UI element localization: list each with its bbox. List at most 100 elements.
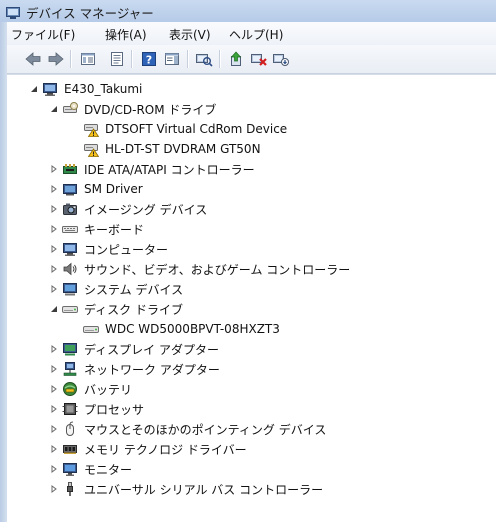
toolbar-separator: [70, 50, 72, 68]
collapsed-triangle-icon[interactable]: [49, 365, 58, 374]
collapsed-triangle-icon[interactable]: [49, 425, 58, 434]
action-pane-icon[interactable]: [163, 50, 181, 68]
tree-item-label: ディスプレイ アダプター: [84, 342, 219, 357]
disk-drive-icon: [62, 301, 78, 317]
properties-icon[interactable]: [108, 50, 126, 68]
tree-item-label: ディスク ドライブ: [84, 302, 183, 317]
tree-device[interactable]: HL-DT-ST DVDRAM GT50N: [70, 139, 263, 159]
device-manager-window: デバイス マネージャー ファイル(F) 操作(A) 表示(V) ヘルプ(H) ?: [0, 0, 496, 522]
tree-category[interactable]: ディスプレイ アダプター: [49, 339, 221, 359]
collapsed-triangle-icon[interactable]: [49, 205, 58, 214]
uninstall-icon[interactable]: [250, 50, 268, 68]
tree-category[interactable]: IDE ATA/ATAPI コントローラー: [49, 159, 257, 179]
tree-item-label: SM Driver: [84, 182, 143, 196]
tree-category[interactable]: キーボード: [49, 219, 146, 239]
menu-file[interactable]: ファイル(F): [11, 26, 75, 43]
console-tree-icon[interactable]: [79, 50, 97, 68]
collapsed-triangle-icon[interactable]: [49, 465, 58, 474]
display-adapter-icon: [62, 341, 78, 357]
tree-item-label: ユニバーサル シリアル バス コントローラー: [84, 482, 324, 497]
help-icon[interactable]: ?: [140, 50, 158, 68]
tree-category[interactable]: DVD/CD-ROM ドライブ: [49, 99, 218, 119]
network-adapter-icon: [62, 361, 78, 377]
computer-icon: [42, 81, 58, 97]
tree-item-label: バッテリ: [84, 382, 133, 397]
collapsed-triangle-icon[interactable]: [49, 225, 58, 234]
tree-category[interactable]: サウンド、ビデオ、およびゲーム コントローラー: [49, 259, 352, 279]
collapsed-triangle-icon[interactable]: [49, 185, 58, 194]
tree-item-label: DVD/CD-ROM ドライブ: [84, 102, 217, 117]
tree-item-label: ネットワーク アダプター: [84, 362, 220, 377]
tree-category[interactable]: SM Driver: [49, 179, 145, 199]
dvd-warning-icon: [83, 141, 99, 157]
tree-item-label: メモリ テクノロジ ドライバー: [84, 442, 247, 457]
toolbar: ?: [7, 45, 496, 74]
menu-view[interactable]: 表示(V): [169, 26, 211, 43]
tree-category[interactable]: イメージング デバイス: [49, 199, 209, 219]
toolbar-separator: [131, 50, 133, 68]
title-bar[interactable]: デバイス マネージャー: [0, 0, 496, 22]
expanded-triangle-icon[interactable]: [29, 85, 38, 94]
tree-item-label: サウンド、ビデオ、およびゲーム コントローラー: [84, 262, 351, 277]
tree-category[interactable]: システム デバイス: [49, 279, 185, 299]
svg-text:?: ?: [146, 54, 152, 67]
collapsed-triangle-icon[interactable]: [49, 285, 58, 294]
tree-device[interactable]: WDC WD5000BPVT-08HXZT3: [70, 319, 282, 339]
tree-category[interactable]: モニター: [49, 459, 134, 479]
tree-category[interactable]: ユニバーサル シリアル バス コントローラー: [49, 479, 325, 499]
tree-item-label: DTSOFT Virtual CdRom Device: [105, 122, 288, 136]
dvd-warning-icon: [83, 121, 99, 137]
tree-item-label: IDE ATA/ATAPI コントローラー: [84, 162, 255, 177]
keyboard-icon: [62, 221, 78, 237]
collapsed-triangle-icon[interactable]: [49, 405, 58, 414]
mouse-icon: [62, 421, 78, 437]
toolbar-separator: [187, 50, 189, 68]
tree-device[interactable]: DTSOFT Virtual CdRom Device: [70, 119, 289, 139]
scan-hardware-icon[interactable]: [195, 50, 213, 68]
menu-help[interactable]: ヘルプ(H): [229, 26, 283, 43]
tree-category[interactable]: バッテリ: [49, 379, 134, 399]
collapsed-triangle-icon[interactable]: [49, 265, 58, 274]
tree-item-label: モニター: [84, 462, 133, 477]
collapsed-triangle-icon[interactable]: [49, 445, 58, 454]
update-driver-icon[interactable]: [227, 50, 245, 68]
expanded-triangle-icon[interactable]: [49, 305, 58, 314]
tree-item-label: WDC WD5000BPVT-08HXZT3: [105, 322, 280, 336]
tree-item-label: システム デバイス: [84, 282, 184, 297]
tree-item-label: キーボード: [84, 222, 145, 237]
device-tree: E430_Takumi DVD/CD-ROM ドライブ DTSOFT Virtua…: [7, 74, 496, 522]
window-title: デバイス マネージャー: [26, 6, 154, 21]
tree-category[interactable]: ディスク ドライブ: [49, 299, 185, 319]
expanded-triangle-icon[interactable]: [49, 105, 58, 114]
tree-item-label: プロセッサ: [84, 402, 145, 417]
ide-controller-icon: [62, 161, 78, 177]
tree-category[interactable]: ネットワーク アダプター: [49, 359, 222, 379]
menu-bar: ファイル(F) 操作(A) 表示(V) ヘルプ(H): [7, 22, 496, 46]
tree-category[interactable]: コンピューター: [49, 239, 170, 259]
tree-item-label: コンピューター: [84, 242, 169, 257]
computer-icon: [62, 241, 78, 257]
menu-action[interactable]: 操作(A): [105, 26, 147, 43]
disable-device-icon[interactable]: [272, 50, 290, 68]
tree-root-label: E430_Takumi: [64, 82, 143, 96]
monitor-icon: [62, 461, 78, 477]
tree-category[interactable]: プロセッサ: [49, 399, 146, 419]
collapsed-triangle-icon[interactable]: [49, 345, 58, 354]
battery-icon: [62, 381, 78, 397]
collapsed-triangle-icon[interactable]: [49, 245, 58, 254]
tree-item-label: HL-DT-ST DVDRAM GT50N: [105, 142, 261, 156]
sm-driver-icon: [62, 181, 78, 197]
collapsed-triangle-icon[interactable]: [49, 165, 58, 174]
collapsed-triangle-icon[interactable]: [49, 385, 58, 394]
usb-icon: [62, 481, 78, 497]
collapsed-triangle-icon[interactable]: [49, 485, 58, 494]
tree-root[interactable]: E430_Takumi: [29, 79, 144, 99]
tree-category[interactable]: メモリ テクノロジ ドライバー: [49, 439, 249, 459]
forward-arrow-icon[interactable]: [47, 50, 65, 68]
back-arrow-icon[interactable]: [24, 50, 42, 68]
system-device-icon: [62, 281, 78, 297]
tree-category[interactable]: マウスとそのほかのポインティング デバイス: [49, 419, 328, 439]
speaker-icon: [62, 261, 78, 277]
